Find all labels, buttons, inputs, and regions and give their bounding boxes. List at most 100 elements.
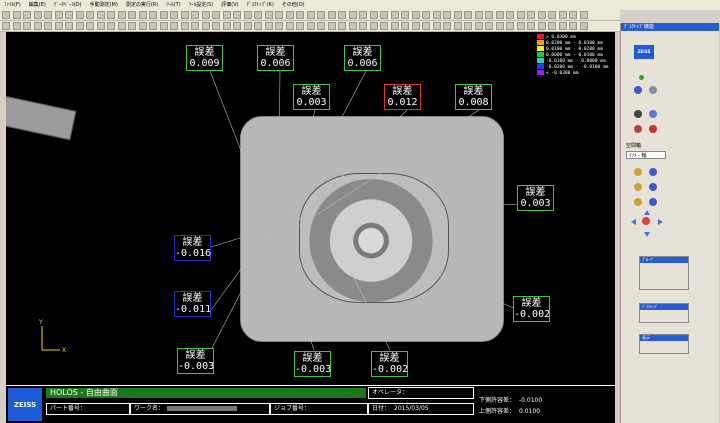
toolbar-button[interactable] [579,11,588,19]
toolbar-button[interactable] [254,11,262,19]
toolbar-button[interactable] [96,22,105,30]
toolbar-button[interactable] [138,11,147,19]
toolbar-button[interactable] [432,22,441,30]
toolbar-button[interactable] [569,22,577,30]
menu-item-8[interactable]: ﾃﾞｽｸﾄｯﾌﾟ(K) [243,2,278,8]
toolbar-button[interactable] [285,11,294,19]
toolbar-button[interactable] [107,22,115,30]
toolbar-button[interactable] [296,11,304,19]
camera-icon[interactable] [634,110,642,118]
toolbar-button[interactable] [264,22,273,30]
toolbar-button[interactable] [23,11,31,19]
rotate-ccw-icon[interactable] [649,198,657,206]
toolbar-button[interactable] [411,22,420,30]
pan-icon[interactable] [649,168,657,176]
toolbar-button[interactable] [432,11,441,19]
deviation-label-3[interactable]: 誤差 0.006 [344,45,381,71]
toolbar-button[interactable] [149,22,157,30]
probe-panel-body[interactable] [640,263,688,271]
toolbar-button[interactable] [380,11,388,19]
menu-item-7[interactable]: 評価(V) [217,2,242,8]
menu-item-1[interactable]: 編集(E) [25,2,50,8]
view-axis-select[interactable]: ｲｿﾒ - 軸 [626,151,666,159]
desktop-panel-body[interactable] [640,310,688,318]
3d-viewport[interactable]: 誤差 0.009 誤差 0.006 誤差 0.006 誤差 0.003 誤差 0.012 … [6,32,615,385]
toolbar-button[interactable] [527,11,535,19]
deviation-label-13[interactable]: 誤差 -0.002 [371,351,408,377]
toolbar-button[interactable] [128,22,136,30]
toolbar-button[interactable] [558,22,567,30]
toolbar-button[interactable] [44,22,52,30]
arrow-left-icon[interactable] [631,219,636,225]
toolbar-button[interactable] [474,22,483,30]
toolbar-button[interactable] [485,22,493,30]
toolbar-button[interactable] [422,11,430,19]
toolbar-button[interactable] [23,22,31,30]
toolbar-button[interactable] [86,22,94,30]
zoom-icon[interactable] [634,168,642,176]
toolbar-button[interactable] [117,22,126,30]
toolbar-button[interactable] [369,22,378,30]
toolbar-button[interactable] [54,11,63,19]
toolbar-button[interactable] [443,11,451,19]
deviation-label-4[interactable]: 誤差 0.003 [293,84,330,110]
toolbar-button[interactable] [212,11,220,19]
toolbar-button[interactable] [390,11,399,19]
toolbar-button[interactable] [296,22,304,30]
toolbar-button[interactable] [537,22,546,30]
deviation-label-12[interactable]: 誤差 -0.003 [294,351,331,377]
toolbar-button[interactable] [243,22,252,30]
toolbar-button[interactable] [401,11,409,19]
toolbar-button[interactable] [338,22,346,30]
toolbar-button[interactable] [579,22,588,30]
sphere-icon[interactable] [634,86,642,94]
toolbar-button[interactable] [107,11,115,19]
menu-item-2[interactable]: ﾃﾞｰﾀﾍﾞｰｽ(D) [50,2,86,8]
toolbar-button[interactable] [359,22,367,30]
deviation-label-8[interactable]: 誤差 -0.016 [174,235,211,261]
toolbar-button[interactable] [485,11,493,19]
toolbar-button[interactable] [117,11,126,19]
menu-item-4[interactable]: 測定の実行(R) [122,2,162,8]
toolbar-button[interactable] [516,11,525,19]
menu-item-0[interactable]: ﾌｧｲﾙ(F) [0,2,25,8]
toolbar-button[interactable] [96,11,105,19]
green-dot-icon[interactable] [639,75,644,80]
toolbar-button[interactable] [453,22,462,30]
deviation-label-10[interactable]: 誤差 -0.002 [513,296,550,322]
toolbar-button[interactable] [537,11,546,19]
toolbar-button[interactable] [285,22,294,30]
toolbar-button[interactable] [201,11,210,19]
toolbar-button[interactable] [359,11,367,19]
toolbar-button[interactable] [159,11,168,19]
toolbar-button[interactable] [233,22,241,30]
toolbar-button[interactable] [506,11,514,19]
toolbar-button[interactable] [2,11,10,19]
toolbar-button[interactable] [12,11,21,19]
toolbar-button[interactable] [422,22,430,30]
deviation-label-2[interactable]: 誤差 0.006 [257,45,294,71]
toolbar-button[interactable] [380,22,388,30]
toolbar-button[interactable] [149,11,157,19]
toolbar-button[interactable] [12,22,21,30]
capsule-icon[interactable] [649,125,657,133]
toolbar-button[interactable] [453,11,462,19]
toolbar-button[interactable] [222,11,231,19]
toolbar-button[interactable] [201,22,210,30]
display-panel-body[interactable] [640,341,688,349]
deviation-label-1[interactable]: 誤差 0.009 [186,45,223,71]
toolbar-button[interactable] [506,22,514,30]
toolbar-button[interactable] [348,22,357,30]
toolbar-button[interactable] [170,22,178,30]
toolbar-button[interactable] [2,22,10,30]
menu-item-5[interactable]: ﾂｰﾙ(T) [162,2,184,8]
toolbar-button[interactable] [275,22,283,30]
toolbar-button[interactable] [65,22,73,30]
zoom-window-icon[interactable] [634,183,642,191]
toolbar-button[interactable] [138,22,147,30]
lens-icon[interactable] [634,125,642,133]
deviation-label-7[interactable]: 誤差 0.003 [517,185,554,211]
toolbar-button[interactable] [233,11,241,19]
toolbar-button[interactable] [170,11,178,19]
toolbar-button[interactable] [75,22,84,30]
